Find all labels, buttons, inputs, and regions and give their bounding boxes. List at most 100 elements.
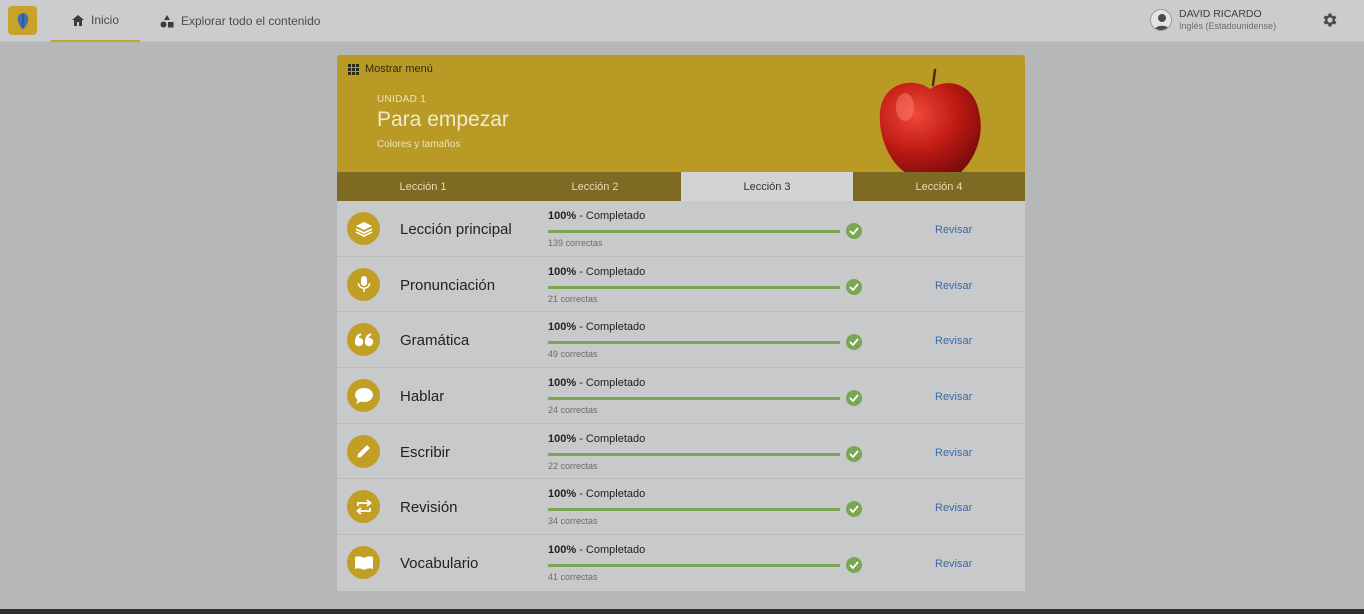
progress-status: - Completado (576, 544, 646, 557)
review-link[interactable]: Revisar (935, 502, 972, 514)
progress-bar-fill (548, 508, 840, 512)
progress-bar-fill (548, 564, 840, 568)
progress-bar (548, 564, 840, 568)
progress-bar-fill (548, 341, 840, 345)
activity-title: Vocabulario (400, 555, 479, 573)
speech-bubble-icon (347, 379, 380, 413)
tab-lesson-2[interactable]: Lección 2 (509, 172, 681, 201)
repeat-icon (347, 490, 380, 524)
correct-count: 139 correctas (548, 238, 603, 248)
check-icon (846, 501, 862, 518)
pencil-icon (347, 434, 380, 468)
review-link[interactable]: Revisar (935, 447, 972, 459)
unit-subtitle: Colores y tamaños (377, 139, 461, 150)
nav-home-label: Inicio (90, 13, 119, 27)
nav-explore[interactable]: Explorar todo el contenido (160, 0, 320, 42)
activity-title: Gramática (400, 332, 470, 350)
progress-bar (548, 230, 840, 233)
activity-row: Escribir 100% - Completado 22 correctas … (337, 424, 1025, 480)
progress-percent: 100% (548, 544, 577, 557)
review-link[interactable]: Revisar (935, 558, 972, 570)
progress-percent: 100% (548, 321, 577, 334)
show-menu-label: Mostrar menú (365, 63, 433, 75)
progress-bar (548, 285, 840, 289)
progress-status: - Completado (576, 321, 646, 334)
butterfly-logo-icon (17, 12, 28, 29)
progress-percent: 100% (548, 488, 577, 501)
activity-row: Revisión 100% - Completado 34 correctas … (337, 479, 1025, 536)
nav-home[interactable]: Inicio (51, 0, 140, 42)
tab-lesson-4[interactable]: Lección 4 (853, 172, 1025, 201)
check-icon (846, 445, 862, 462)
review-link[interactable]: Revisar (935, 224, 972, 236)
check-icon (846, 278, 862, 295)
correct-count: 49 correctas (548, 349, 598, 360)
activity-row: Pronunciación 100% - Completado 21 corre… (337, 257, 1025, 313)
shapes-icon (160, 14, 174, 27)
review-link[interactable]: Revisar (935, 280, 972, 292)
layers-icon (347, 212, 380, 245)
progress-percent: 100% (548, 377, 577, 390)
progress-bar-fill (548, 397, 840, 401)
tab-lesson-3[interactable]: Lección 3 (681, 172, 853, 201)
check-icon (846, 557, 862, 574)
activity-row: Vocabulario 100% - Completado 41 correct… (337, 535, 1025, 591)
activity-row: Lección principal 100% - Completado 139 … (337, 201, 1025, 257)
lesson-tabs: Lección 1 Lección 2 Lección 3 Lección 4 (337, 172, 1025, 201)
show-menu-button[interactable]: Mostrar menú (348, 63, 433, 75)
progress-status: - Completado (576, 265, 646, 278)
progress-bar (548, 397, 840, 401)
activity-title: Escribir (400, 443, 451, 461)
home-icon (71, 14, 84, 26)
grid-menu-icon (348, 63, 359, 75)
gear-icon[interactable] (1321, 11, 1339, 29)
user-language: Inglés (Estadounidense) (1179, 21, 1277, 31)
progress-text: 100% - Completado (548, 488, 645, 500)
activity-row: Hablar 100% - Completado 24 correctas Re… (337, 368, 1025, 424)
book-icon (347, 546, 380, 580)
progress-status: - Completado (576, 488, 646, 501)
microphone-icon (347, 267, 380, 301)
check-icon (846, 390, 862, 407)
progress-percent: 100% (548, 432, 577, 445)
activity-title: Revisión (400, 499, 458, 517)
tab-lesson-1[interactable]: Lección 1 (337, 172, 509, 201)
correct-count: 34 correctas (548, 516, 598, 527)
activity-title: Pronunciación (400, 276, 496, 294)
progress-bar-fill (548, 230, 840, 233)
user-profile[interactable]: DAVID RICARDO Inglés (Estadounidense) (1150, 8, 1276, 32)
activity-list: Lección principal 100% - Completado 139 … (337, 201, 1025, 591)
avatar-icon (1150, 9, 1172, 31)
correct-count: 22 correctas (548, 460, 598, 471)
top-navigation-bar: Inicio Explorar todo el contenido DAVID … (0, 0, 1364, 42)
progress-status: - Completado (576, 377, 646, 390)
unit-label: UNIDAD 1 (377, 94, 427, 105)
progress-bar-fill (548, 452, 840, 456)
correct-count: 21 correctas (548, 293, 598, 304)
progress-bar-fill (548, 285, 840, 289)
activity-row: Gramática 100% - Completado 49 correctas… (337, 312, 1025, 369)
lesson-card: Mostrar menú UNIDAD 1 Para empezar Color… (337, 55, 1025, 591)
progress-text: 100% - Completado (548, 321, 645, 333)
app-logo[interactable] (8, 6, 37, 35)
progress-bar (548, 508, 840, 512)
activity-title: Hablar (400, 388, 445, 406)
check-icon (846, 334, 862, 351)
check-icon (846, 223, 862, 239)
progress-text: 100% - Completado (548, 433, 645, 445)
review-link[interactable]: Revisar (935, 391, 972, 403)
unit-header: Mostrar menú UNIDAD 1 Para empezar Color… (337, 55, 1025, 172)
correct-count: 41 correctas (548, 572, 598, 583)
apple-image (879, 68, 981, 172)
nav-explore-label: Explorar todo el contenido (181, 14, 321, 28)
user-name: DAVID RICARDO (1179, 8, 1262, 20)
progress-bar (548, 452, 840, 456)
progress-bar (548, 341, 840, 345)
progress-text: 100% - Completado (548, 377, 645, 389)
bottom-strip (0, 609, 1364, 614)
quote-icon (347, 323, 380, 357)
progress-text: 100% - Completado (548, 210, 645, 222)
progress-percent: 100% (548, 265, 577, 278)
progress-text: 100% - Completado (548, 544, 645, 556)
review-link[interactable]: Revisar (935, 335, 972, 347)
